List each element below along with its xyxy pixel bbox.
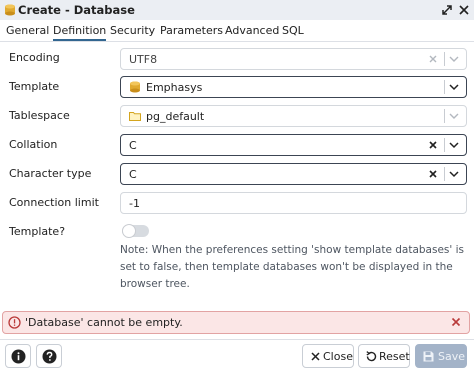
is-template-label: Template? — [9, 225, 66, 238]
collation-value: C — [129, 139, 137, 152]
divider — [444, 80, 445, 94]
help-icon — [42, 349, 57, 364]
folder-icon — [129, 112, 141, 121]
dialog-title: Create - Database — [18, 3, 135, 17]
encoding-value: UTF8 — [129, 53, 158, 66]
collation-select[interactable]: C — [120, 134, 467, 156]
alert-circle-icon — [8, 316, 21, 329]
template-label: Template — [9, 80, 60, 93]
divider — [444, 167, 445, 181]
chevron-down-icon[interactable] — [447, 167, 461, 181]
close-button-label: Close — [323, 350, 353, 363]
clear-icon[interactable] — [426, 52, 440, 66]
save-icon — [423, 351, 434, 362]
template-select[interactable]: Emphasys — [120, 76, 467, 98]
chevron-down-icon[interactable] — [447, 80, 461, 94]
connection-limit-input[interactable]: -1 — [120, 192, 467, 214]
chevron-down-icon[interactable] — [447, 52, 461, 66]
expand-icon[interactable] — [440, 3, 454, 17]
reset-icon — [366, 351, 377, 362]
tab-parameters[interactable]: Parameters — [160, 24, 223, 37]
tab-general[interactable]: General — [6, 24, 49, 37]
tab-advanced[interactable]: Advanced — [225, 24, 279, 37]
divider — [444, 109, 445, 123]
save-button[interactable]: Save — [415, 344, 467, 368]
divider — [444, 138, 445, 152]
reset-button[interactable]: Reset — [358, 344, 410, 368]
close-icon[interactable] — [457, 3, 471, 17]
character-type-value: C — [129, 168, 137, 181]
chevron-down-icon[interactable] — [447, 138, 461, 152]
connection-limit-value: -1 — [129, 197, 140, 210]
connection-limit-label: Connection limit — [9, 196, 99, 209]
template-value: Emphasys — [146, 81, 203, 94]
error-banner: 'Database' cannot be empty. — [2, 311, 470, 334]
tab-definition[interactable]: Definition — [53, 24, 107, 41]
dialog-footer: Close Reset Save — [0, 339, 474, 373]
reset-button-label: Reset — [379, 350, 410, 363]
encoding-label: Encoding — [9, 51, 60, 64]
info-button[interactable] — [5, 344, 31, 368]
help-button[interactable] — [36, 344, 62, 368]
close-icon[interactable] — [449, 315, 463, 329]
toggle-knob — [122, 224, 136, 238]
database-icon — [130, 81, 140, 93]
encoding-select[interactable]: UTF8 — [120, 48, 467, 70]
character-type-label: Character type — [9, 167, 92, 180]
clear-icon[interactable] — [426, 138, 440, 152]
info-icon — [11, 349, 26, 364]
template-note: Note: When the preferences setting 'show… — [120, 244, 464, 290]
clear-icon[interactable] — [426, 167, 440, 181]
tab-bar: General Definition Security Parameters A… — [0, 20, 474, 42]
save-button-label: Save — [438, 350, 466, 363]
close-icon — [311, 352, 320, 361]
tablespace-value: pg_default — [146, 110, 205, 123]
tab-security[interactable]: Security — [110, 24, 155, 37]
divider — [444, 52, 445, 66]
tablespace-label: Tablespace — [9, 109, 70, 122]
tab-sql[interactable]: SQL — [282, 24, 304, 37]
database-icon — [5, 4, 15, 16]
character-type-select[interactable]: C — [120, 163, 467, 185]
close-button[interactable]: Close — [302, 344, 354, 368]
tablespace-select[interactable]: pg_default — [120, 105, 467, 127]
collation-label: Collation — [9, 138, 58, 151]
is-template-toggle[interactable] — [122, 224, 149, 238]
error-message: 'Database' cannot be empty. — [25, 316, 183, 329]
chevron-down-icon[interactable] — [447, 109, 461, 123]
dialog-titlebar: Create - Database — [0, 0, 474, 20]
